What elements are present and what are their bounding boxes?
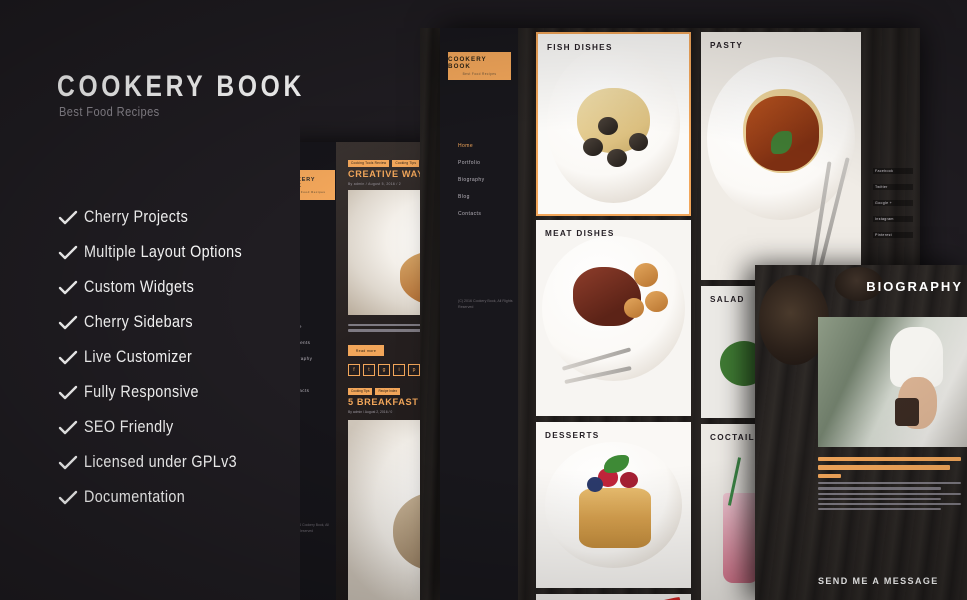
tile-meat-dishes[interactable]: MEAT DISHES: [536, 220, 691, 416]
feature-label: Documentation: [84, 488, 186, 506]
pancake-stack-shape: [579, 488, 651, 549]
blog-social-icons: f t g i p: [348, 364, 420, 376]
lead-line: [818, 457, 961, 462]
read-more-button[interactable]: Read more: [348, 345, 384, 356]
tile-caption: MEAT DISHES: [545, 229, 615, 238]
tile-caption: COCTAILS: [710, 433, 762, 442]
main-copyright: (C) 2016 Cookery Book, All Rights Reserv…: [458, 299, 513, 310]
text-line: [818, 497, 941, 500]
check-icon: [58, 490, 84, 506]
list-item: Licensed under GPLv3: [58, 445, 308, 480]
list-item: Multiple Layout Options: [58, 235, 308, 270]
text-line: [818, 482, 961, 485]
page-title: COOKERY BOOK: [57, 70, 305, 103]
cake-shape: [895, 397, 920, 427]
feature-label: Custom Widgets: [84, 278, 195, 296]
tile-fish-dishes[interactable]: FISH DISHES: [536, 32, 691, 216]
list-item: SEO Friendly: [58, 410, 308, 445]
feature-label: Cherry Projects: [84, 208, 189, 226]
text-line: [818, 508, 941, 511]
social-link-google-plus[interactable]: Google +: [873, 200, 913, 206]
check-icon: [58, 315, 84, 331]
main-social-links: Facebook Twitter Google + Instagram Pint…: [873, 168, 913, 248]
check-icon: [58, 280, 84, 296]
send-message-button[interactable]: SEND ME A MESSAGE: [818, 576, 939, 586]
main-logo-subtitle: Best Food Recipes: [462, 71, 497, 76]
pinterest-icon[interactable]: p: [408, 364, 420, 376]
main-logo[interactable]: COOKERY BOOK Best Food Recipes: [448, 52, 511, 80]
chef-photo: [818, 317, 967, 447]
blueberry-shape: [587, 476, 603, 492]
blog-post1-tags: Cooking Tools Review Cooking Tips: [348, 160, 420, 167]
blog-post1-meta: By admin / August 5, 2016 / 2: [348, 182, 401, 186]
check-icon: [58, 385, 84, 401]
social-link-twitter[interactable]: Twitter: [873, 184, 913, 190]
main-nav: Home Portfolio Biography Blog Contacts: [458, 143, 485, 228]
feature-list: Cherry Projects Multiple Layout Options …: [58, 200, 308, 515]
list-item: Live Customizer: [58, 340, 308, 375]
cocktail-glass-shape: [723, 493, 759, 584]
check-icon: [58, 455, 84, 471]
lead-line: [818, 473, 841, 479]
biography-heading: BIOGRAPHY: [866, 279, 963, 294]
clam-shape: [598, 116, 619, 135]
text-line: [818, 492, 961, 495]
biography-mockup: BIOGRAPHY SEND ME A MESSAGE: [755, 265, 967, 600]
tile-caption: PASTY: [710, 41, 744, 50]
list-item: Cherry Sidebars: [58, 305, 308, 340]
blog-tag[interactable]: Cooking Tools Review: [348, 160, 390, 167]
promo-banner: COOKERY BOOK Best Food Recipes Home Elem…: [0, 0, 967, 600]
text-line: [818, 487, 941, 490]
blog-post2-meta: By admin / August 2, 2016 / 0: [348, 410, 393, 414]
tile-pasty[interactable]: PASTY: [701, 32, 861, 280]
feature-label: SEO Friendly: [84, 418, 174, 436]
main-nav-item-home[interactable]: Home: [458, 143, 485, 149]
check-icon: [58, 420, 84, 436]
tile-caption: FISH DISHES: [547, 43, 613, 52]
twitter-icon[interactable]: t: [363, 364, 375, 376]
google-plus-icon[interactable]: g: [378, 364, 390, 376]
tile-desserts[interactable]: DESSERTS: [536, 422, 691, 588]
potato-shape: [644, 290, 668, 313]
tile-soups[interactable]: SOUPS: [536, 594, 691, 600]
blog-tag[interactable]: Cooking Tips: [348, 388, 373, 395]
tile-caption: SALAD: [710, 295, 745, 304]
main-nav-item-contacts[interactable]: Contacts: [458, 211, 485, 217]
blog-tag[interactable]: Recipe Index: [375, 388, 401, 395]
facebook-icon[interactable]: f: [348, 364, 360, 376]
blog-post2-tags: Cooking Tips Recipe Index: [348, 388, 401, 395]
list-item: Cherry Projects: [58, 200, 308, 235]
promo-panel: COOKERY BOOK Best Food Recipes Cherry Pr…: [0, 0, 301, 600]
main-sidebar: COOKERY BOOK Best Food Recipes Home Port…: [440, 28, 518, 600]
potato-shape: [633, 263, 659, 287]
main-nav-item-biography[interactable]: Biography: [458, 177, 485, 183]
list-item: Fully Responsive: [58, 375, 308, 410]
feature-label: Licensed under GPLv3: [84, 453, 238, 471]
instagram-icon[interactable]: i: [393, 364, 405, 376]
social-link-facebook[interactable]: Facebook: [873, 168, 913, 174]
main-nav-item-blog[interactable]: Blog: [458, 194, 485, 200]
blog-tag[interactable]: Cooking Tips: [392, 160, 420, 167]
main-nav-item-portfolio[interactable]: Portfolio: [458, 160, 485, 166]
clam-shape: [628, 133, 649, 151]
tile-caption: DESSERTS: [545, 431, 600, 440]
feature-label: Multiple Layout Options: [84, 243, 243, 261]
check-icon: [58, 210, 84, 226]
social-link-pinterest[interactable]: Pinterest: [873, 232, 913, 238]
text-line: [818, 502, 961, 506]
page-subtitle: Best Food Recipes: [59, 104, 160, 119]
check-icon: [58, 350, 84, 366]
list-item: Documentation: [58, 480, 308, 515]
feature-label: Cherry Sidebars: [84, 313, 193, 331]
feature-label: Live Customizer: [84, 348, 193, 366]
social-link-instagram[interactable]: Instagram: [873, 216, 913, 222]
main-logo-title: COOKERY BOOK: [448, 56, 487, 71]
lead-line: [818, 465, 950, 470]
biography-text: [818, 457, 961, 513]
feature-label: Fully Responsive: [84, 383, 199, 401]
list-item: Custom Widgets: [58, 270, 308, 305]
check-icon: [58, 245, 84, 261]
